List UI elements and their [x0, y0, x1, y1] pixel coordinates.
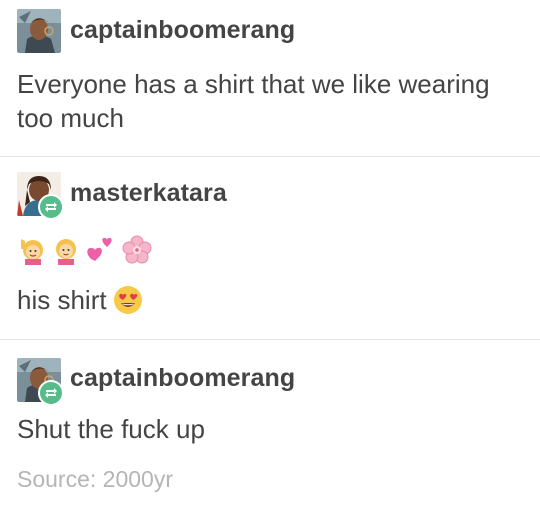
woman-raising-hand-emoji	[21, 239, 43, 265]
username[interactable]: masterkatara	[70, 179, 227, 208]
woman-blonde-emoji	[56, 239, 76, 265]
post-masterkatara: masterkatara his shirt	[0, 158, 540, 340]
reblog-icon	[45, 388, 57, 398]
post-body-text: Everyone has a shirt that we like wearin…	[17, 69, 490, 133]
post-divider	[0, 156, 540, 157]
username[interactable]: captainboomerang	[70, 364, 295, 393]
two-hearts-emoji	[87, 237, 112, 261]
reblog-badge	[38, 194, 64, 220]
post-body-text: his shirt	[17, 283, 527, 317]
username[interactable]: captainboomerang	[70, 16, 295, 45]
cherry-blossom-emoji	[122, 235, 152, 264]
post-captainboomerang-2: captainboomerang Shut the fuck up Source…	[0, 341, 540, 509]
character-avatar-icon	[17, 9, 61, 53]
post-captainboomerang-1: captainboomerang Everyone has a shirt th…	[0, 0, 540, 157]
emoji-row	[17, 234, 153, 266]
post-body-label: his shirt	[17, 285, 107, 315]
reblog-icon	[45, 202, 57, 212]
avatar[interactable]	[17, 9, 61, 53]
post-divider	[0, 339, 540, 340]
post-body-text: Shut the fuck up	[17, 414, 205, 444]
reblog-badge	[38, 380, 64, 406]
source-link[interactable]: Source: 2000yr	[17, 466, 173, 493]
heart-eyes-emoji	[113, 286, 142, 314]
